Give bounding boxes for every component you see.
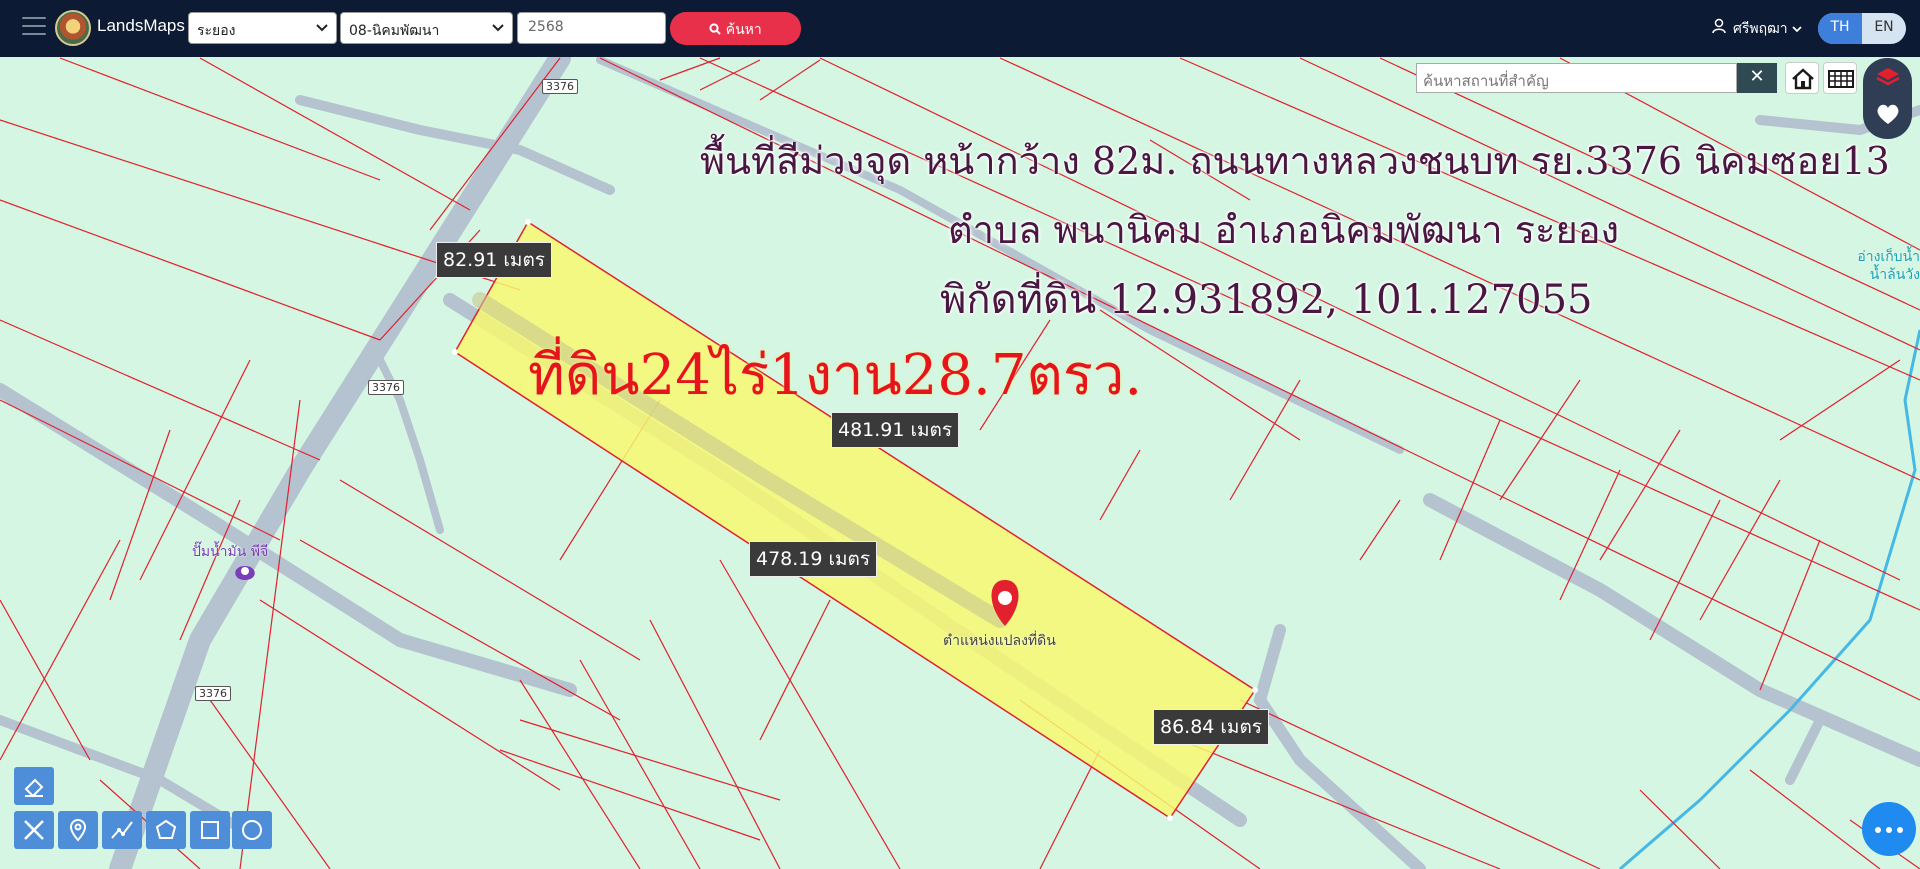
rectangle-tool[interactable] xyxy=(190,811,230,849)
marker-tool[interactable] xyxy=(58,811,98,849)
year-input[interactable]: 2568 xyxy=(517,12,666,44)
search-button[interactable]: ค้นหา xyxy=(670,12,801,45)
language-toggle: TH EN xyxy=(1818,13,1906,44)
rectangle-icon xyxy=(201,821,219,839)
reservoir-label-line2: น้ำล้นวัง xyxy=(1869,267,1920,283)
grid-icon xyxy=(1828,70,1854,88)
menu-icon[interactable] xyxy=(22,17,46,37)
search-icon xyxy=(709,23,721,35)
search-button-label: ค้นหา xyxy=(725,22,762,38)
place-search-input[interactable]: ค้นหาสถานที่สำคัญ xyxy=(1416,63,1737,93)
overlay-coordinates: พิกัดที่ดิน 12.931892, 101.127055 xyxy=(940,277,1593,323)
district-value: 08-นิคมพัฒนา xyxy=(349,23,440,39)
polyline-tool[interactable] xyxy=(102,811,142,849)
more-options-button[interactable] xyxy=(1862,802,1916,856)
road-sign-3376: 3376 xyxy=(542,79,578,94)
chevron-down-icon xyxy=(1792,26,1802,33)
polyline-icon xyxy=(111,821,133,839)
road-lower-right xyxy=(1253,624,1426,869)
user-menu[interactable]: ศรีพฤฒา xyxy=(1733,18,1802,40)
reservoir-label: อ่างเก็บน้ำ น้ำล้นวัง xyxy=(1820,248,1920,284)
map-canvas[interactable]: พื้นที่สีม่วงจุด หน้ากว้าง 82ม. ถนนทางหล… xyxy=(0,57,1920,869)
road-right xyxy=(1423,493,1920,767)
overlay-title-line1: พื้นที่สีม่วงจุด หน้ากว้าง 82ม. ถนนทางหล… xyxy=(700,139,1890,183)
heart-icon[interactable] xyxy=(1875,102,1901,126)
landsmaps-logo xyxy=(55,10,91,46)
home-icon xyxy=(1792,68,1814,90)
area-size-label: ที่ดิน24ไร่1งาน28.7ตรว. xyxy=(528,343,1143,408)
measure-label-top: 82.91 เมตร xyxy=(436,242,552,278)
overlay-title-line2: ตำบล พนานิคม อำเภอนิคมพัฒนา ระยอง xyxy=(948,208,1620,252)
home-button[interactable] xyxy=(1785,62,1819,94)
user-icon xyxy=(1712,18,1726,34)
district-select[interactable]: 08-นิคมพัฒนา xyxy=(340,12,513,44)
road-3376 xyxy=(109,57,571,869)
reservoir-label-line1: อ่างเก็บน้ำ xyxy=(1857,249,1920,265)
polygon-tool[interactable] xyxy=(146,811,186,849)
layers-icon[interactable] xyxy=(1875,66,1901,88)
grid-button[interactable] xyxy=(1823,62,1857,94)
road-soi xyxy=(0,383,577,697)
measure-label-bottom: 86.84 เมตร xyxy=(1153,709,1269,745)
polygon-icon xyxy=(155,819,177,839)
map-pin-icon xyxy=(69,819,87,842)
eraser-icon xyxy=(24,778,44,798)
chevron-down-icon xyxy=(316,24,328,32)
chevron-down-icon xyxy=(492,24,504,32)
parcel-pin-label: ตำแหน่งแปลงที่ดิน xyxy=(943,633,1056,649)
circle-icon xyxy=(242,820,262,840)
user-name: ศรีพฤฒา xyxy=(1733,21,1788,37)
road-far-right xyxy=(1785,715,1825,785)
lang-th-button[interactable]: TH xyxy=(1818,13,1862,44)
measure-tool[interactable] xyxy=(14,811,54,849)
right-control-rail xyxy=(1863,58,1912,139)
gas-station-label: ปั๊มน้ำมัน พีจี xyxy=(192,544,269,560)
lang-en-button[interactable]: EN xyxy=(1862,13,1906,44)
brand-name: LandsMaps xyxy=(97,16,185,35)
top-navbar: LandsMaps ระยอง 08-นิคมพัฒนา 2568 ค้นหา … xyxy=(0,0,1920,57)
province-select[interactable]: ระยอง xyxy=(188,12,337,44)
circle-tool[interactable] xyxy=(232,811,272,849)
eraser-tool[interactable] xyxy=(14,767,54,805)
ruler-pencil-icon xyxy=(24,820,44,840)
road-top-left xyxy=(295,95,615,195)
road-sign-3376: 3376 xyxy=(195,686,231,701)
measure-label-upper: 481.91 เมตร xyxy=(831,412,960,448)
measure-label-lower: 478.19 เมตร xyxy=(749,541,878,577)
clear-search-button[interactable]: ✕ xyxy=(1737,63,1777,93)
road-sign-3376: 3376 xyxy=(368,380,404,395)
province-value: ระยอง xyxy=(197,23,236,39)
